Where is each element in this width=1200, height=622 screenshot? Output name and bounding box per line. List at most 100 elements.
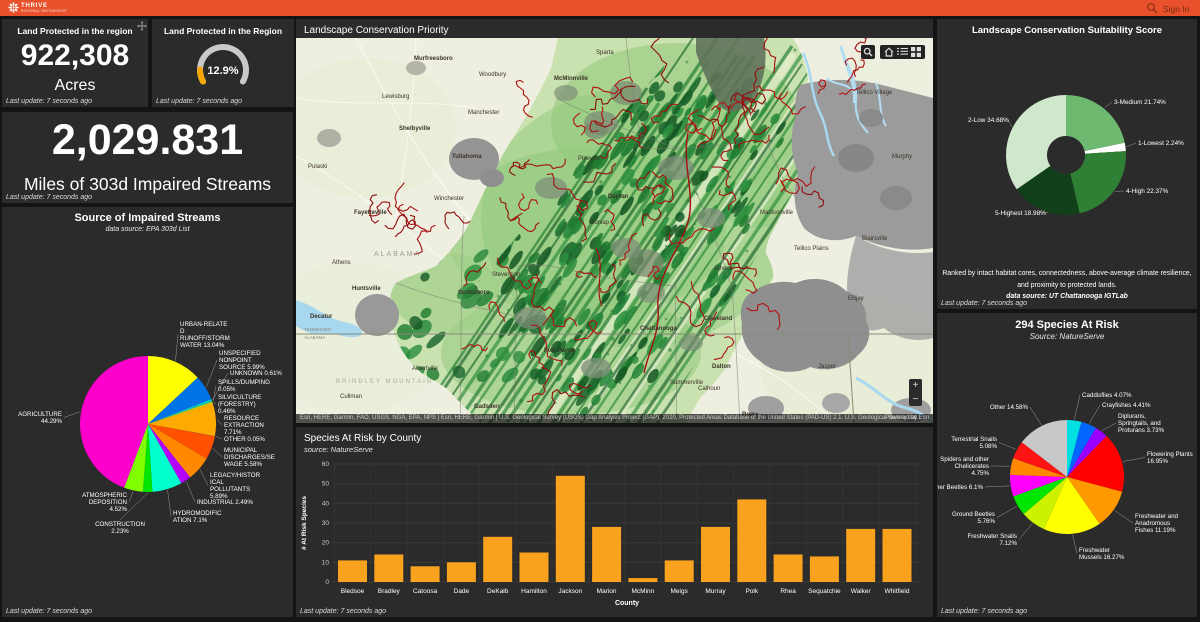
svg-text:Tullahoma: Tullahoma (452, 154, 482, 160)
svg-text:MUNICIPAL: MUNICIPAL (224, 447, 258, 454)
svg-text:Summerville: Summerville (670, 380, 704, 386)
svg-text:Woodbury: Woodbury (479, 72, 506, 78)
svg-text:Murray: Murray (705, 588, 726, 595)
svg-text:ICAL: ICAL (210, 479, 224, 486)
svg-text:Ellijay: Ellijay (848, 296, 864, 302)
svg-text:Tellico Plains: Tellico Plains (794, 246, 829, 252)
svg-text:Freshwater Snails: Freshwater Snails (967, 533, 1017, 540)
svg-text:Dunlap: Dunlap (590, 220, 610, 226)
svg-text:WAGE 5.58%: WAGE 5.58% (224, 461, 262, 468)
svg-text:Fishes 11.19%: Fishes 11.19% (1135, 527, 1176, 534)
svg-text:Sequatchie: Sequatchie (808, 588, 841, 595)
svg-text:Whitfield: Whitfield (885, 588, 910, 595)
svg-text:Meigs: Meigs (671, 588, 689, 595)
svg-text:Spiders and other: Spiders and other (940, 456, 989, 463)
svg-text:Fayetteville: Fayetteville (354, 210, 387, 216)
svg-text:CONSTRUCTION: CONSTRUCTION (95, 521, 145, 528)
svg-text:4-High 22.37%: 4-High 22.37% (1126, 188, 1169, 195)
svg-text:7.71%: 7.71% (224, 429, 242, 436)
svg-text:BRINDLEY MOUNTAIN: BRINDLEY MOUNTAIN (336, 379, 433, 385)
svg-text:Rhea: Rhea (780, 588, 796, 595)
svg-text:(FORESTRY): (FORESTRY) (218, 401, 256, 408)
svg-text:16.95%: 16.95% (1147, 458, 1168, 465)
svg-text:Proturans 3.73%: Proturans 3.73% (1118, 427, 1165, 434)
svg-text:Lewisburg: Lewisburg (382, 94, 409, 100)
svg-text:ALABAMA: ALABAMA (374, 251, 421, 258)
svg-text:Cullman: Cullman (340, 394, 362, 400)
svg-text:Athens: Athens (332, 260, 351, 266)
svg-text:Terrestrial Snails: Terrestrial Snails (951, 436, 997, 443)
svg-text:UNSPECIFIED: UNSPECIFIED (219, 350, 261, 357)
svg-text:ATION 7.1%: ATION 7.1% (173, 517, 208, 524)
svg-text:RUNOFF/STORM: RUNOFF/STORM (180, 335, 230, 342)
svg-text:AGRICULTURE: AGRICULTURE (18, 411, 62, 418)
svg-text:DEPOSITION: DEPOSITION (89, 499, 127, 506)
svg-text:10: 10 (322, 559, 330, 566)
svg-text:RESOURCE: RESOURCE (224, 415, 259, 422)
svg-text:Freshwater and: Freshwater and (1135, 513, 1179, 520)
svg-text:HYDROMODIFIC: HYDROMODIFIC (173, 510, 222, 517)
svg-text:1-Lowest 2.24%: 1-Lowest 2.24% (1138, 140, 1184, 147)
svg-text:Huntsville: Huntsville (352, 286, 381, 292)
svg-text:Crayfishes 4.41%: Crayfishes 4.41% (1102, 402, 1151, 409)
svg-text:2.23%: 2.23% (111, 528, 129, 535)
svg-text:NONPOINT: NONPOINT (219, 357, 252, 364)
svg-text:Other 14.58%: Other 14.58% (990, 404, 1029, 411)
svg-text:Ground Beetles: Ground Beetles (952, 511, 995, 518)
svg-text:LEGACY/HISTOR: LEGACY/HISTOR (210, 472, 261, 479)
svg-text:Gadsden: Gadsden (474, 404, 500, 410)
svg-text:Freshwater: Freshwater (1079, 547, 1110, 554)
svg-text:Anadromous: Anadromous (1135, 520, 1170, 527)
svg-text:0: 0 (325, 579, 329, 586)
svg-text:30: 30 (322, 520, 330, 527)
svg-text:WATER 13.04%: WATER 13.04% (180, 342, 225, 349)
svg-text:Polk: Polk (745, 588, 758, 595)
svg-text:DISCHARGES/SE: DISCHARGES/SE (224, 454, 275, 461)
svg-text:McMinnville: McMinnville (554, 76, 589, 82)
svg-text:Hamilton: Hamilton (521, 588, 547, 595)
svg-text:5.76%: 5.76% (977, 518, 995, 525)
svg-text:ATMOSPHERIC: ATMOSPHERIC (82, 492, 127, 499)
svg-text:Flowering Plants: Flowering Plants (1147, 451, 1193, 458)
svg-text:Chelicerates: Chelicerates (955, 463, 989, 470)
svg-text:5.08%: 5.08% (979, 443, 997, 450)
svg-text:Walker: Walker (851, 588, 872, 595)
svg-text:Calhoun: Calhoun (698, 386, 720, 392)
svg-text:ALABAMA: ALABAMA (304, 335, 325, 340)
svg-text:EXTRACTION: EXTRACTION (224, 422, 264, 429)
svg-text:Catoosa: Catoosa (413, 588, 438, 595)
svg-text:Murphy: Murphy (892, 154, 912, 160)
svg-text:Murfreesboro: Murfreesboro (414, 56, 453, 62)
svg-text:Sparta: Sparta (596, 50, 614, 56)
svg-text:Manchester: Manchester (468, 110, 499, 116)
svg-text:UNKNOWN 0.61%: UNKNOWN 0.61% (230, 370, 282, 377)
svg-text:Blairsville: Blairsville (862, 236, 888, 242)
svg-text:0.46%: 0.46% (218, 408, 236, 415)
svg-text:50: 50 (322, 481, 330, 488)
svg-text:3-Medium 21.74%: 3-Medium 21.74% (1114, 99, 1166, 106)
svg-text:Jasper: Jasper (818, 364, 836, 370)
svg-text:Jackson: Jackson (558, 588, 582, 595)
svg-text:INDUSTRIAL 2.49%: INDUSTRIAL 2.49% (197, 499, 253, 506)
svg-text:Tellico Village: Tellico Village (856, 90, 893, 96)
svg-text:Madisonville: Madisonville (760, 210, 794, 216)
svg-text:SPILLS/DUMPING: SPILLS/DUMPING (218, 379, 270, 386)
svg-text:Caddisflies 4.07%: Caddisflies 4.07% (1082, 392, 1132, 399)
svg-text:POLLUTANTS: POLLUTANTS (210, 486, 250, 493)
svg-text:# At Risk Species: # At Risk Species (301, 496, 308, 550)
svg-text:Mussels 16.27%: Mussels 16.27% (1079, 554, 1125, 561)
svg-text:URBAN-RELATE: URBAN-RELATE (180, 321, 227, 328)
svg-text:20: 20 (322, 540, 330, 547)
svg-text:OTHER 0.05%: OTHER 0.05% (224, 436, 265, 443)
svg-text:Bradley: Bradley (378, 588, 401, 595)
svg-text:5-Highest 18.98%: 5-Highest 18.98% (995, 210, 1046, 217)
svg-text:Dayton: Dayton (608, 194, 629, 200)
svg-text:County: County (615, 600, 639, 607)
svg-text:Marion: Marion (597, 588, 617, 595)
svg-text:Springtails, and: Springtails, and (1118, 420, 1161, 427)
svg-text:Dade: Dade (454, 588, 470, 595)
svg-text:D: D (180, 328, 185, 335)
svg-text:Albertville: Albertville (412, 366, 439, 372)
svg-text:Scottsboro: Scottsboro (458, 290, 490, 296)
svg-text:McMinn: McMinn (632, 588, 655, 595)
